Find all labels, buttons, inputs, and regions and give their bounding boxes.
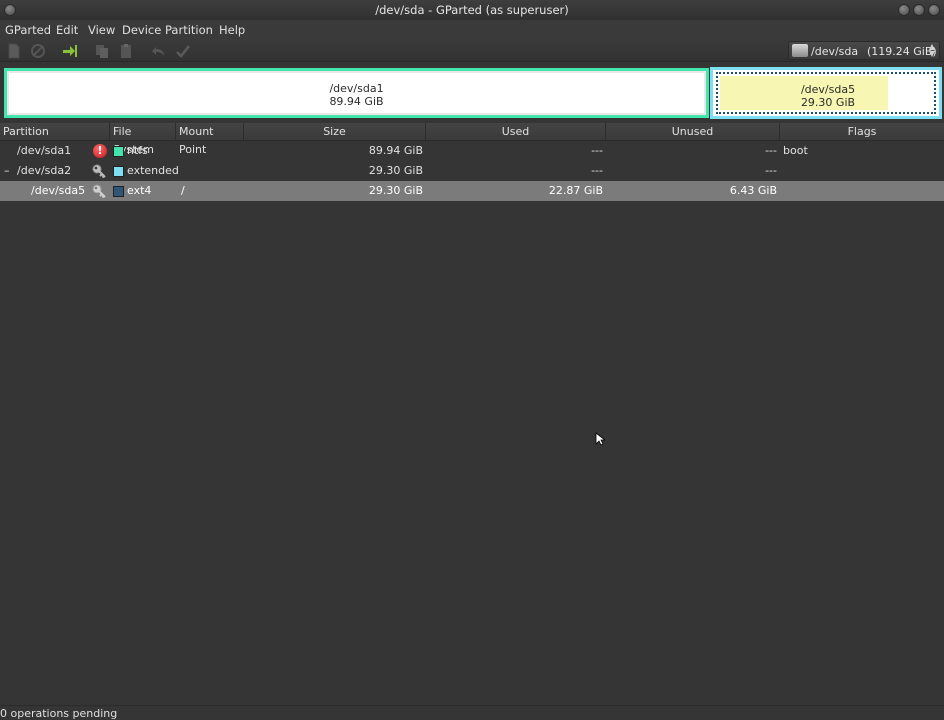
gparted-window: /dev/sda - GParted (as superuser) GParte… xyxy=(0,0,944,720)
column-header-flags[interactable]: Flags xyxy=(780,123,944,141)
status-text: 0 operations pending xyxy=(0,707,118,720)
partition-block-sda1[interactable]: /dev/sda1 89.94 GiB xyxy=(4,68,709,118)
filesystem-color-swatch xyxy=(113,146,124,157)
cell-size: 89.94 GiB xyxy=(368,144,423,157)
cell-filesystem: ntfs xyxy=(127,144,148,157)
cell-unused: --- xyxy=(765,164,777,177)
cell-partition: /dev/sda5 xyxy=(31,184,86,197)
new-partition-icon[interactable] xyxy=(6,43,22,59)
paste-icon[interactable] xyxy=(118,43,134,59)
partition-block-extended[interactable]: /dev/sda5 29.30 GiB xyxy=(710,67,942,119)
menu-help[interactable]: Help xyxy=(219,23,245,37)
mouse-cursor-icon xyxy=(595,432,605,446)
key-icon xyxy=(92,184,106,198)
partition-table: Partition File System Mount Point Size U… xyxy=(0,123,944,705)
column-header-size[interactable]: Size xyxy=(244,123,426,141)
cell-unused: 6.43 GiB xyxy=(729,184,777,197)
apply-icon[interactable] xyxy=(175,43,191,59)
device-name: /dev/sda xyxy=(811,45,859,58)
cell-filesystem: extended xyxy=(127,164,179,177)
menu-device[interactable]: Device xyxy=(122,23,161,37)
spin-arrows-icon: ▲ ▼ xyxy=(928,42,935,58)
menu-gparted[interactable]: GParted xyxy=(5,23,51,37)
partition-block-sda5[interactable]: /dev/sda5 29.30 GiB xyxy=(716,72,936,114)
cell-filesystem: ext4 xyxy=(127,184,152,197)
cell-used: --- xyxy=(591,164,603,177)
menu-partition[interactable]: Partition xyxy=(165,23,213,37)
cell-partition: /dev/sda1 xyxy=(17,144,72,157)
disk-map: /dev/sda1 89.94 GiB /dev/sda5 29.30 GiB xyxy=(2,66,942,120)
partition-block-sda5-name: /dev/sda5 xyxy=(800,83,856,96)
column-header-unused[interactable]: Unused xyxy=(606,123,780,141)
key-icon xyxy=(92,164,106,178)
table-row[interactable]: – /dev/sda2 extended 29.30 GiB --- --- xyxy=(0,161,944,181)
partition-block-sda1-size: 89.94 GiB xyxy=(329,95,384,108)
column-header-file-system[interactable]: File System xyxy=(110,123,176,156)
menu-view[interactable]: View xyxy=(88,23,115,37)
menu-edit[interactable]: Edit xyxy=(56,23,78,37)
undo-icon[interactable] xyxy=(150,43,166,59)
table-row-selected[interactable]: /dev/sda5 ext4 / 29.30 GiB 22.87 GiB 6.4… xyxy=(0,181,944,201)
menu-bar: GParted Edit View Device Partition Help xyxy=(0,20,944,40)
cell-size: 29.30 GiB xyxy=(368,184,423,197)
filesystem-color-swatch xyxy=(113,166,124,177)
table-header: Partition File System Mount Point Size U… xyxy=(0,123,944,156)
copy-icon[interactable] xyxy=(94,43,110,59)
window-title: /dev/sda - GParted (as superuser) xyxy=(375,3,569,17)
filesystem-color-swatch xyxy=(113,186,124,197)
close-button[interactable] xyxy=(928,4,940,16)
resize-move-icon[interactable] xyxy=(62,43,78,59)
title-bar: /dev/sda - GParted (as superuser) xyxy=(0,0,944,20)
cell-unused: --- xyxy=(765,144,777,157)
hard-drive-icon xyxy=(792,44,808,57)
maximize-button[interactable] xyxy=(913,4,925,16)
device-size: (119.24 GiB) xyxy=(867,45,937,58)
partition-block-sda5-size: 29.30 GiB xyxy=(800,96,856,109)
column-header-mount-point[interactable]: Mount Point xyxy=(176,123,244,156)
device-selector[interactable]: /dev/sda (119.24 GiB) ▲ ▼ xyxy=(788,41,940,60)
column-header-used[interactable]: Used xyxy=(426,123,606,141)
status-bar: 0 operations pending xyxy=(0,705,944,720)
cell-mount-point: / xyxy=(181,184,185,197)
cell-used: --- xyxy=(591,144,603,157)
table-row[interactable]: /dev/sda1 ! ntfs 89.94 GiB --- --- boot xyxy=(0,141,944,161)
warning-icon: ! xyxy=(93,144,107,158)
cell-partition: /dev/sda2 xyxy=(17,164,72,177)
delete-icon[interactable] xyxy=(30,43,46,59)
cell-flags: boot xyxy=(783,144,808,157)
cell-used: 22.87 GiB xyxy=(548,184,603,197)
collapse-expander[interactable]: – xyxy=(4,161,10,181)
partition-block-sda1-name: /dev/sda1 xyxy=(329,82,384,95)
minimize-button[interactable] xyxy=(898,4,910,16)
column-header-partition[interactable]: Partition xyxy=(0,123,110,141)
cell-size: 29.30 GiB xyxy=(368,164,423,177)
